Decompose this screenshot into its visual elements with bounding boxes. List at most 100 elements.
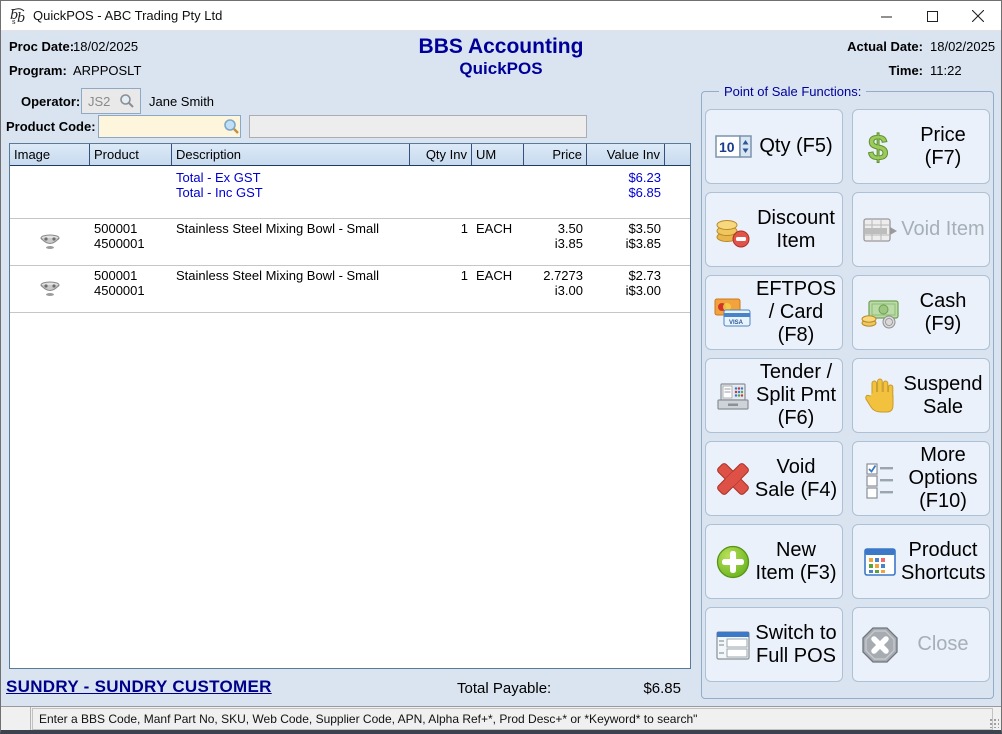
status-bar: Enter a BBS Code, Manf Part No, SKU, Web… <box>1 706 1002 731</box>
customer-link[interactable]: SUNDRY - SUNDRY CUSTOMER <box>6 677 272 697</box>
column-header-image[interactable]: Image <box>10 144 90 165</box>
table-row[interactable]: 500001 4500001 Stainless Steel Mixing Bo… <box>10 265 690 312</box>
bowl-icon <box>39 281 61 297</box>
void-item-button: Void Item <box>852 192 990 267</box>
pos-functions-legend: Point of Sale Functions: <box>719 84 866 99</box>
item-description: Stainless Steel Mixing Bowl - Small <box>172 266 410 312</box>
operator-label: Operator: <box>21 94 80 109</box>
minimize-button[interactable] <box>863 1 909 31</box>
item-qty: 1 <box>410 266 472 312</box>
resize-grip[interactable] <box>989 718 999 728</box>
more-options-button-label: More Options (F10) <box>901 444 985 513</box>
qty-button[interactable]: 10 Qty (F5) <box>705 109 843 184</box>
red-x-icon <box>713 459 753 499</box>
product-code-1: 500001 <box>94 221 168 236</box>
column-header-um[interactable]: UM <box>472 144 524 165</box>
time-value: 11:22 <box>930 63 962 78</box>
tender-split-button[interactable]: Tender / Split Pmt (F6) <box>705 358 843 433</box>
void-sale-button-label: Void Sale (F4) <box>754 456 838 502</box>
eftpos-card-button-label: EFTPOS / Card (F8) <box>754 278 838 347</box>
item-value-ex: $2.73 <box>591 268 661 283</box>
svg-text:s: s <box>12 18 16 26</box>
product-code-label: Product Code: <box>6 119 96 134</box>
total-inc-gst-value: $6.85 <box>591 185 661 200</box>
svg-text:10: 10 <box>719 139 735 155</box>
discount-coins-icon <box>713 210 753 250</box>
status-cell-left <box>1 707 31 731</box>
close-octagon-icon <box>860 625 900 665</box>
price-button[interactable]: $ Price (F7) <box>852 109 990 184</box>
table-row[interactable]: 500001 4500001 Stainless Steel Mixing Bo… <box>10 218 690 265</box>
new-item-button-label: New Item (F3) <box>754 539 838 585</box>
column-header-gutter <box>665 144 690 165</box>
tender-split-button-label: Tender / Split Pmt (F6) <box>754 361 838 430</box>
qty-spinner-icon: 10 <box>713 127 753 167</box>
product-code-2: 4500001 <box>94 236 168 251</box>
column-header-qty-inv[interactable]: Qty Inv <box>410 144 472 165</box>
column-header-value-inv[interactable]: Value Inv <box>587 144 665 165</box>
quickpos-window: b b s QuickPOS - ABC Trading Pty Ltd Pro… <box>0 0 1002 734</box>
total-payable-value: $6.85 <box>561 680 681 697</box>
cash-button[interactable]: Cash (F9) <box>852 275 990 350</box>
discount-item-button[interactable]: Discount Item <box>705 192 843 267</box>
maximize-icon <box>927 11 938 22</box>
suspend-sale-button[interactable]: Suspend Sale <box>852 358 990 433</box>
product-shortcuts-button[interactable]: Product Shortcuts <box>852 524 990 599</box>
column-header-product[interactable]: Product <box>90 144 172 165</box>
item-price-ex: 3.50 <box>528 221 583 236</box>
table-filler <box>10 312 690 313</box>
sale-items-table: Image Product Description Qty Inv UM Pri… <box>9 143 691 669</box>
eftpos-card-button[interactable]: VISA EFTPOS / Card (F8) <box>705 275 843 350</box>
item-value-ex: $3.50 <box>591 221 661 236</box>
total-ex-gst-value: $6.23 <box>591 170 661 185</box>
total-payable-label: Total Payable: <box>457 680 551 697</box>
svg-text:b: b <box>17 11 25 26</box>
minimize-icon <box>881 11 892 22</box>
bbs-logo-icon: b b s <box>9 6 29 26</box>
product-image-cell <box>10 266 90 312</box>
void-item-grid-icon <box>860 210 900 250</box>
item-um: EACH <box>472 219 524 265</box>
close-button: Close <box>852 607 990 682</box>
time-label: Time: <box>843 63 923 78</box>
total-ex-gst-label: Total - Ex GST <box>176 170 406 185</box>
item-um: EACH <box>472 266 524 312</box>
item-value-inc: i$3.85 <box>591 236 661 251</box>
hand-icon <box>860 376 900 416</box>
bowl-icon <box>39 234 61 250</box>
close-icon <box>972 10 984 22</box>
cash-register-icon <box>713 376 753 416</box>
void-item-button-label: Void Item <box>901 218 985 241</box>
discount-item-button-label: Discount Item <box>754 207 838 253</box>
table-header: Image Product Description Qty Inv UM Pri… <box>10 144 690 166</box>
actual-date-label: Actual Date: <box>843 39 923 54</box>
titlebar: b b s QuickPOS - ABC Trading Pty Ltd <box>1 1 1001 31</box>
more-options-button[interactable]: More Options (F10) <box>852 441 990 516</box>
column-header-price[interactable]: Price <box>524 144 587 165</box>
actual-date-value: 18/02/2025 <box>930 39 995 54</box>
column-header-description[interactable]: Description <box>172 144 410 165</box>
credit-cards-icon: VISA <box>713 293 753 333</box>
status-hint-text: Enter a BBS Code, Manf Part No, SKU, Web… <box>32 708 993 730</box>
switch-full-pos-button[interactable]: Switch to Full POS <box>705 607 843 682</box>
item-qty: 1 <box>410 219 472 265</box>
shortcuts-grid-icon <box>860 542 900 582</box>
svg-text:$: $ <box>868 127 888 167</box>
product-description-field[interactable] <box>249 115 587 138</box>
item-price-ex: 2.7273 <box>528 268 583 283</box>
product-search-icon[interactable] <box>223 118 240 140</box>
window-panels-icon <box>713 625 753 665</box>
operator-search-icon[interactable] <box>119 93 135 114</box>
item-value-inc: i$3.00 <box>591 283 661 298</box>
void-sale-button[interactable]: Void Sale (F4) <box>705 441 843 516</box>
item-price-inc: i3.85 <box>528 236 583 251</box>
maximize-button[interactable] <box>909 1 955 31</box>
svg-text:VISA: VISA <box>729 320 744 326</box>
item-description: Stainless Steel Mixing Bowl - Small <box>172 219 410 265</box>
window-title: QuickPOS - ABC Trading Pty Ltd <box>33 8 222 23</box>
qty-button-label: Qty (F5) <box>754 135 838 158</box>
product-code-input[interactable] <box>98 115 241 138</box>
checklist-icon <box>860 459 900 499</box>
close-window-button[interactable] <box>955 1 1001 31</box>
new-item-button[interactable]: New Item (F3) <box>705 524 843 599</box>
